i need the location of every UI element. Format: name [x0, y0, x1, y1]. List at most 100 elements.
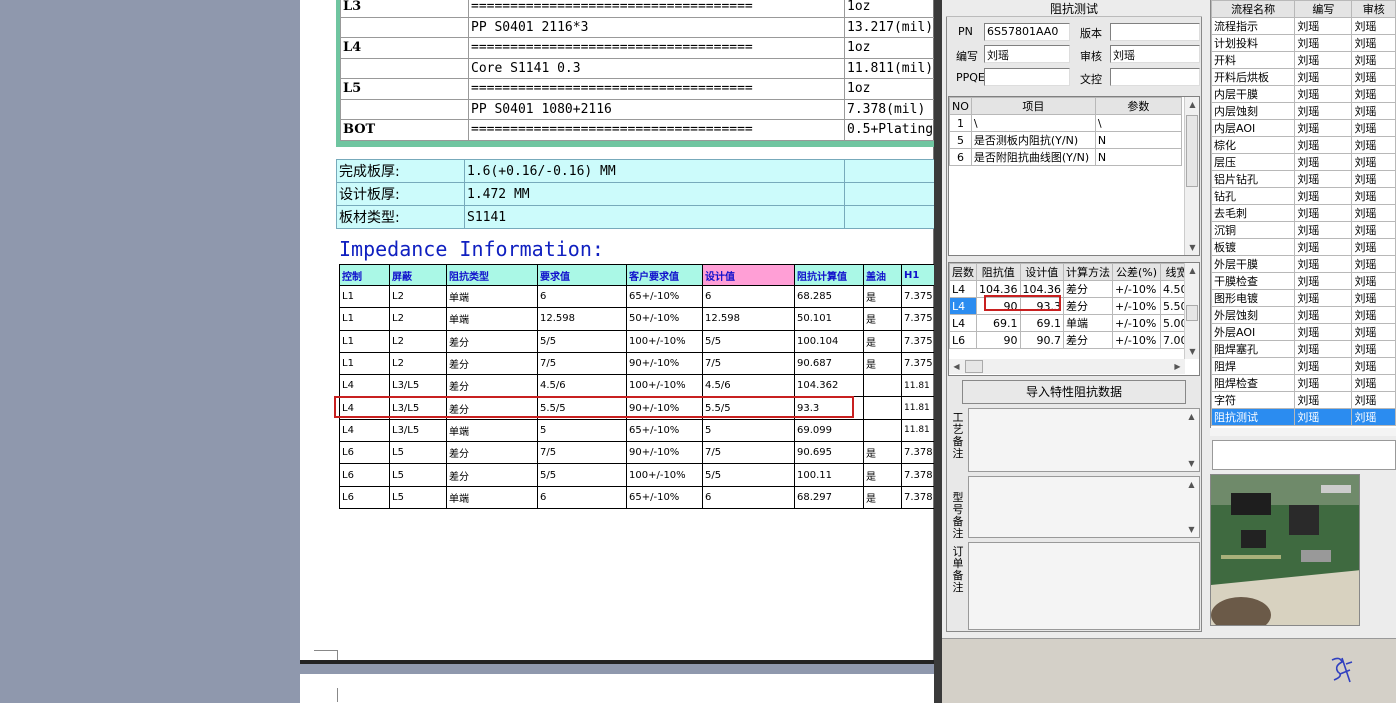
process-cell[interactable]: 刘瑶 [1351, 17, 1396, 35]
version-field[interactable] [1110, 23, 1200, 41]
process-cell[interactable]: 刘瑶 [1351, 51, 1396, 69]
process-row[interactable]: 外层干膜 刘瑶 刘瑶 [1210, 255, 1396, 273]
process-cell[interactable]: 刘瑶 [1351, 34, 1396, 52]
impedance-grid-cell[interactable]: 69.1 [976, 314, 1021, 332]
process-cell[interactable]: 刘瑶 [1294, 153, 1353, 171]
process-row[interactable]: 外层蚀刻 刘瑶 刘瑶 [1210, 306, 1396, 324]
process-row[interactable]: 开料 刘瑶 刘瑶 [1210, 51, 1396, 69]
impedance-grid-cell[interactable]: 差分 [1063, 297, 1113, 315]
process-cell[interactable]: 刘瑶 [1294, 204, 1353, 222]
impedance-grid-header-cell[interactable]: 层数 [949, 263, 977, 281]
pn-field[interactable]: 6S57801AA0 [984, 23, 1070, 41]
process-cell[interactable]: 刘瑶 [1294, 119, 1353, 137]
process-cell[interactable]: 刘瑶 [1351, 408, 1396, 426]
params-cell[interactable]: 5 [949, 131, 972, 149]
process-cell[interactable]: 刘瑶 [1351, 340, 1396, 358]
process-row[interactable]: 内层AOI 刘瑶 刘瑶 [1210, 119, 1396, 137]
process-cell[interactable]: 刘瑶 [1294, 306, 1353, 324]
process-row[interactable]: 层压 刘瑶 刘瑶 [1210, 153, 1396, 171]
params-header-cell[interactable]: 项目 [970, 97, 1096, 115]
process-row[interactable]: 字符 刘瑶 刘瑶 [1210, 391, 1396, 409]
process-cell[interactable]: 阻焊 [1210, 357, 1296, 375]
process-cell[interactable]: 内层AOI [1210, 119, 1296, 137]
impedance-grid-cell[interactable]: L4 [949, 314, 977, 332]
process-cell[interactable]: 层压 [1210, 153, 1296, 171]
process-row[interactable]: 外层AOI 刘瑶 刘瑶 [1210, 323, 1396, 341]
process-row[interactable]: 流程指示 刘瑶 刘瑶 [1210, 17, 1396, 35]
process-cell[interactable]: 去毛刺 [1210, 204, 1296, 222]
ppqe-field[interactable] [984, 68, 1070, 86]
process-cell[interactable]: 刘瑶 [1351, 238, 1396, 256]
process-cell[interactable]: 刘瑶 [1351, 357, 1396, 375]
process-cell[interactable]: 刘瑶 [1351, 391, 1396, 409]
process-cell[interactable]: 刘瑶 [1294, 17, 1353, 35]
scroll-left-icon[interactable]: ◀ [949, 359, 964, 374]
process-row[interactable]: 内层蚀刻 刘瑶 刘瑶 [1210, 102, 1396, 120]
process-cell[interactable]: 开料后烘板 [1210, 68, 1296, 86]
impedance-grid-cell[interactable]: +/-10% [1112, 280, 1161, 298]
process-cell[interactable]: 字符 [1210, 391, 1296, 409]
process-cell[interactable]: 阻焊检查 [1210, 374, 1296, 392]
impedance-grid-cell[interactable]: L4 [949, 280, 977, 298]
process-cell[interactable]: 刘瑶 [1294, 374, 1353, 392]
process-cell[interactable]: 内层蚀刻 [1210, 102, 1296, 120]
process-cell[interactable]: 刘瑶 [1351, 272, 1396, 290]
process-row[interactable]: 铝片钻孔 刘瑶 刘瑶 [1210, 170, 1396, 188]
impedance-grid-cell[interactable]: L6 [949, 331, 977, 349]
process-row[interactable]: 钻孔 刘瑶 刘瑶 [1210, 187, 1396, 205]
process-row[interactable]: 棕化 刘瑶 刘瑶 [1210, 136, 1396, 154]
process-row[interactable]: 沉铜 刘瑶 刘瑶 [1210, 221, 1396, 239]
process-cell[interactable]: 铝片钻孔 [1210, 170, 1296, 188]
process-cell[interactable]: 阻抗测试 [1210, 408, 1296, 426]
process-cell[interactable]: 外层蚀刻 [1210, 306, 1296, 324]
scroll-right-icon[interactable]: ▶ [1170, 359, 1185, 374]
scroll-down-icon[interactable]: ▼ [1185, 240, 1200, 255]
process-cell[interactable]: 计划投料 [1210, 34, 1296, 52]
process-cell[interactable]: 刘瑶 [1294, 102, 1353, 120]
process-cell[interactable]: 刘瑶 [1294, 238, 1353, 256]
process-cell[interactable]: 刘瑶 [1294, 272, 1353, 290]
params-cell[interactable]: 1 [949, 114, 972, 132]
process-cell[interactable]: 刘瑶 [1294, 408, 1353, 426]
params-header-cell[interactable]: NO [949, 97, 972, 115]
process-cell[interactable]: 沉铜 [1210, 221, 1296, 239]
process-cell[interactable]: 刘瑶 [1351, 255, 1396, 273]
scroll-thumb[interactable] [1186, 305, 1198, 321]
process-cell[interactable]: 刘瑶 [1351, 374, 1396, 392]
params-cell[interactable]: N [1094, 131, 1182, 149]
process-cell[interactable]: 刘瑶 [1294, 187, 1353, 205]
params-cell[interactable]: \ [970, 114, 1096, 132]
process-cell[interactable]: 刘瑶 [1351, 187, 1396, 205]
process-cell[interactable]: 干膜检查 [1210, 272, 1296, 290]
impedance-grid-cell[interactable]: +/-10% [1112, 297, 1161, 315]
process-cell[interactable]: 刘瑶 [1351, 221, 1396, 239]
impedance-grid-cell[interactable]: 差分 [1063, 280, 1113, 298]
process-cell[interactable]: 流程指示 [1210, 17, 1296, 35]
impedance-grid-scrollbar[interactable]: ▲ ▼ [1184, 263, 1199, 359]
process-cell[interactable]: 刘瑶 [1351, 323, 1396, 341]
impedance-grid-cell[interactable]: 90.7 [1019, 331, 1064, 349]
process-header-cell[interactable]: 流程名称 [1210, 0, 1296, 18]
scroll-down-icon[interactable]: ▼ [1185, 344, 1200, 359]
process-cell[interactable]: 刘瑶 [1351, 306, 1396, 324]
process-cell[interactable]: 阻焊塞孔 [1210, 340, 1296, 358]
process-row[interactable]: 板镀 刘瑶 刘瑶 [1210, 238, 1396, 256]
impedance-grid-header-cell[interactable]: 阻抗值 [976, 263, 1021, 281]
process-memo[interactable]: ▲ ▼ [968, 408, 1200, 472]
process-cell[interactable]: 开料 [1210, 51, 1296, 69]
process-cell[interactable]: 刘瑶 [1294, 51, 1353, 69]
process-row[interactable]: 图形电镀 刘瑶 刘瑶 [1210, 289, 1396, 307]
process-header-cell[interactable]: 编写 [1294, 0, 1353, 18]
scroll-down-icon[interactable]: ▼ [1184, 522, 1199, 537]
process-cell[interactable]: 刘瑶 [1294, 170, 1353, 188]
process-cell[interactable]: 内层干膜 [1210, 85, 1296, 103]
process-cell[interactable]: 刘瑶 [1351, 102, 1396, 120]
process-row[interactable]: 阻焊检查 刘瑶 刘瑶 [1210, 374, 1396, 392]
process-cell[interactable]: 刘瑶 [1294, 136, 1353, 154]
process-row[interactable]: 去毛刺 刘瑶 刘瑶 [1210, 204, 1396, 222]
process-cell[interactable]: 刘瑶 [1294, 340, 1353, 358]
impedance-grid-cell[interactable]: +/-10% [1112, 314, 1161, 332]
impedance-grid-cell[interactable]: 69.1 [1019, 314, 1064, 332]
hscroll-thumb[interactable] [965, 360, 983, 373]
scroll-up-icon[interactable]: ▲ [1185, 97, 1200, 112]
